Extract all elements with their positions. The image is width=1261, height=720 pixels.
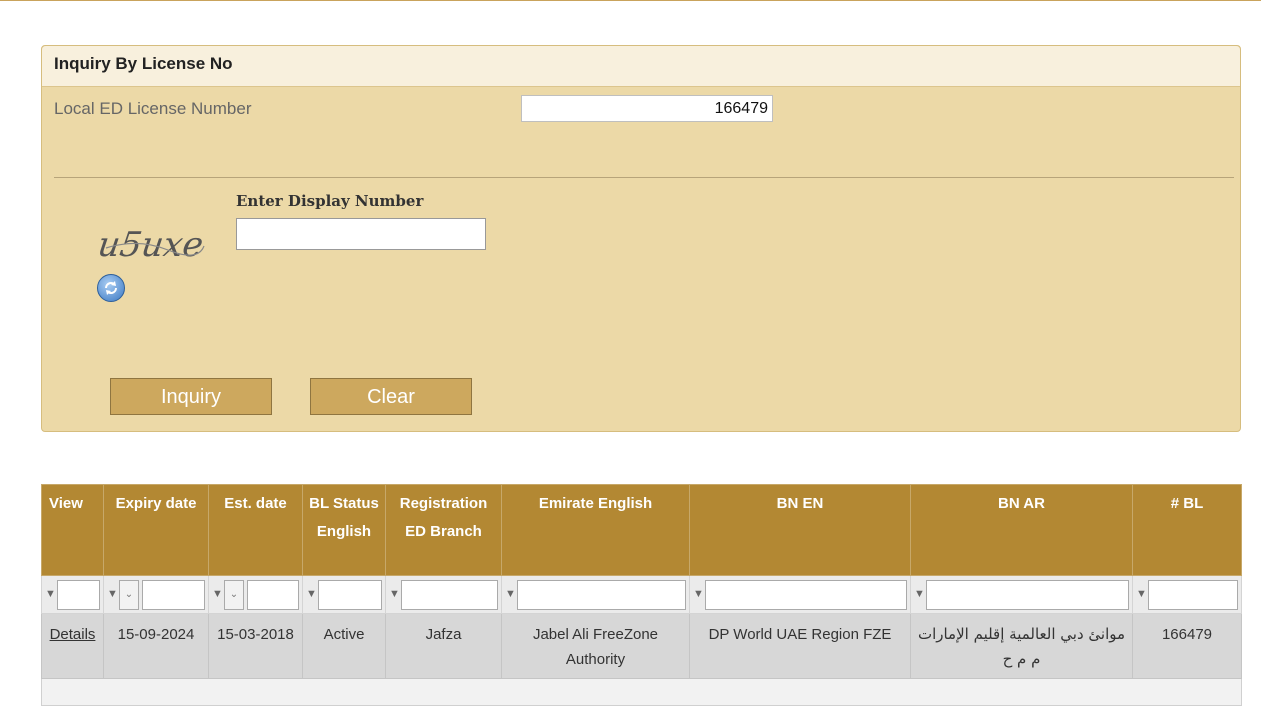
col-header-expiry-date[interactable]: Expiry date [103, 484, 209, 576]
col-header-bl-status[interactable]: BL Status English [302, 484, 386, 576]
cell-bn-en: DP World UAE Region FZE [689, 613, 911, 679]
license-number-label: Local ED License Number [54, 99, 252, 118]
col-header-registration-branch[interactable]: Registration ED Branch [385, 484, 502, 576]
captcha-label: Enter Display Number [236, 192, 424, 210]
cell-bn-ar: موانئ دبي العالمية إقليم الإمارات م م ح [910, 613, 1133, 679]
top-border-line [0, 0, 1261, 1]
filter-icon[interactable]: ▼ [107, 589, 118, 600]
col-header-view[interactable]: View [41, 484, 104, 576]
filter-icon[interactable]: ▼ [306, 589, 317, 600]
filter-input-bn-ar[interactable] [926, 579, 1129, 610]
license-number-input[interactable] [521, 95, 773, 122]
filter-input-status[interactable] [318, 579, 382, 610]
clear-button[interactable]: Clear [310, 378, 472, 415]
panel-title: Inquiry By License No [42, 46, 1240, 87]
inquiry-button[interactable]: Inquiry [110, 378, 272, 415]
filter-input-bl[interactable] [1148, 579, 1238, 610]
captcha-input[interactable] [236, 218, 486, 250]
filter-icon[interactable]: ▼ [45, 589, 56, 600]
grid-footer-row [41, 678, 1242, 706]
refresh-captcha-icon[interactable] [97, 274, 125, 302]
filter-dropdown-expiry[interactable]: ⌄ [119, 579, 139, 610]
filter-icon[interactable]: ▼ [505, 589, 516, 600]
filter-input-branch[interactable] [401, 579, 498, 610]
filter-input-view[interactable] [57, 579, 100, 610]
cell-status: Active [302, 613, 386, 679]
filter-row: ▼ ▼ ⌄ ▼ ⌄ ▼ ▼ ▼ ▼ ▼ ▼ [41, 575, 1242, 614]
filter-input-emirate[interactable] [517, 579, 686, 610]
filter-icon[interactable]: ▼ [693, 589, 704, 600]
col-header-bn-ar[interactable]: BN AR [910, 484, 1133, 576]
cell-est-date: 15-03-2018 [208, 613, 303, 679]
cell-expiry-date: 15-09-2024 [103, 613, 209, 679]
col-header-est-date[interactable]: Est. date [208, 484, 303, 576]
filter-icon[interactable]: ▼ [212, 589, 223, 600]
captcha-image: u5uxe [98, 225, 206, 265]
filter-icon[interactable]: ▼ [389, 589, 400, 600]
filter-input-bn-en[interactable] [705, 579, 907, 610]
details-link[interactable]: Details [41, 613, 104, 679]
cell-bl-number: 166479 [1132, 613, 1242, 679]
filter-dropdown-est[interactable]: ⌄ [224, 579, 244, 610]
inquiry-panel: Inquiry By License No Local ED License N… [41, 45, 1241, 432]
table-row: Details 15-09-2024 15-03-2018 Active Jaf… [41, 613, 1242, 679]
filter-icon[interactable]: ▼ [914, 589, 925, 600]
filter-icon[interactable]: ▼ [1136, 589, 1147, 600]
filter-input-expiry[interactable] [142, 579, 205, 610]
grid-header-row: View Expiry date Est. date BL Status Eng… [41, 484, 1242, 576]
filter-input-est[interactable] [247, 579, 299, 610]
section-divider [54, 177, 1234, 178]
results-grid: View Expiry date Est. date BL Status Eng… [41, 484, 1242, 706]
cell-branch: Jafza [385, 613, 502, 679]
cell-emirate: Jabel Ali FreeZone Authority [501, 613, 690, 679]
col-header-bn-en[interactable]: BN EN [689, 484, 911, 576]
col-header-bl-number[interactable]: # BL [1132, 484, 1242, 576]
col-header-emirate[interactable]: Emirate English [501, 484, 690, 576]
